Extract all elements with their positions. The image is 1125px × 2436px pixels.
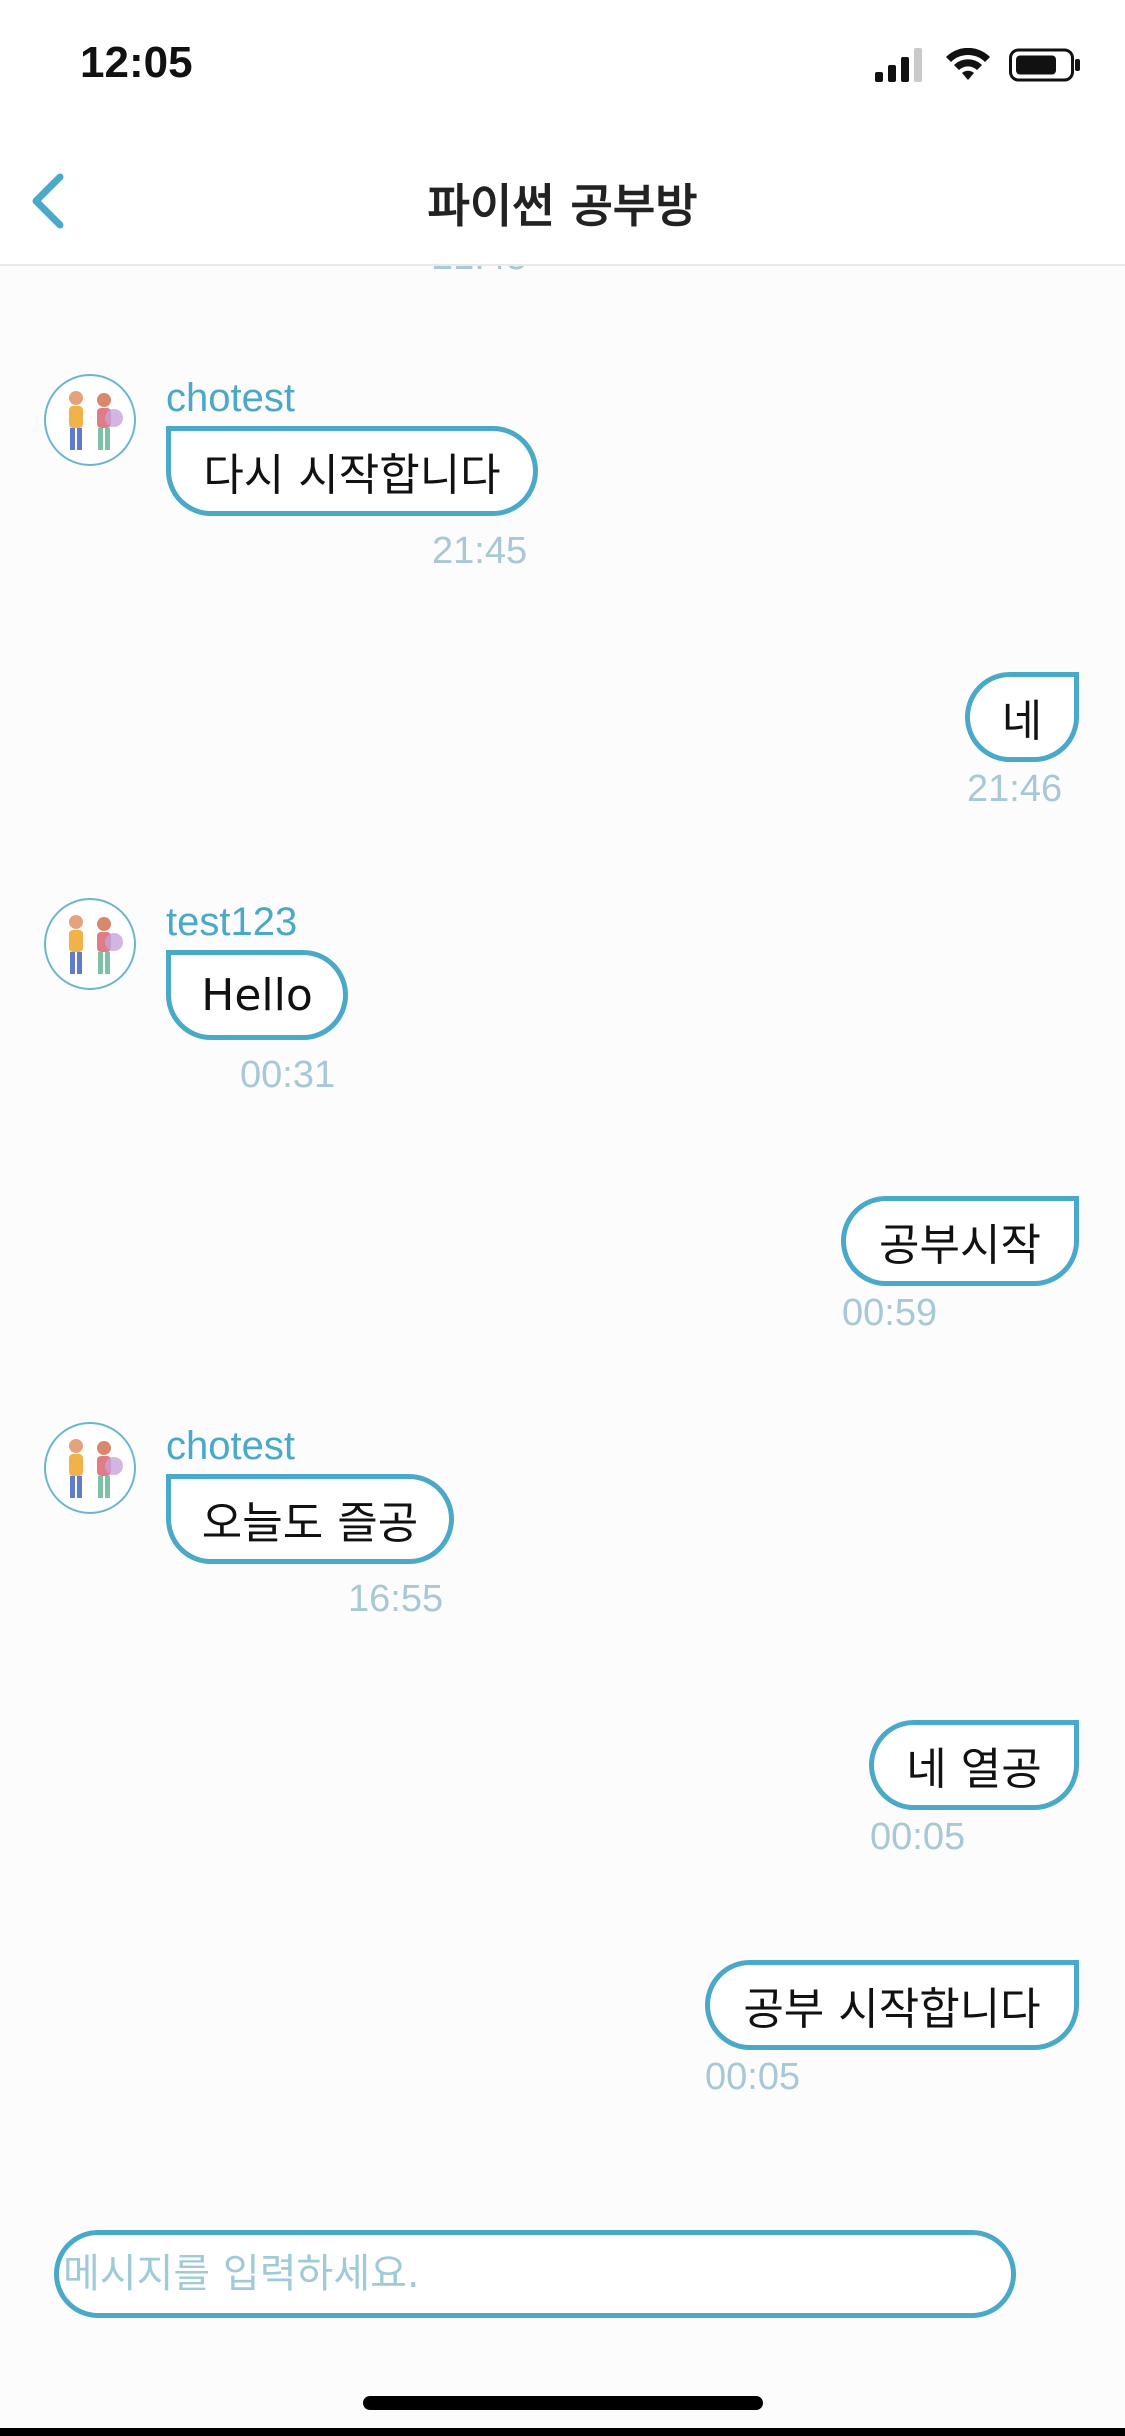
wifi-icon [946, 48, 990, 80]
message-bubble[interactable]: 오늘도 즐공 [166, 1474, 454, 1564]
bottom-edge [0, 2428, 1125, 2436]
message-text: 오늘도 즐공 [201, 1498, 419, 1549]
message-item: chotest 오늘도 즐공 16:55 [0, 1422, 1125, 1622]
sender-name: chotest [166, 1424, 295, 1468]
avatar-people-icon [69, 915, 123, 974]
avatar[interactable] [44, 1422, 136, 1514]
avatar-people-icon [69, 391, 123, 450]
message-time: 00:05 [705, 2056, 801, 2098]
sender-name: test123 [166, 900, 298, 944]
message-time: 00:31 [240, 1054, 336, 1096]
message-bubble[interactable]: 공부 시작합니다 [705, 1960, 1079, 2050]
message-text: 네 [1001, 696, 1043, 747]
message-bubble[interactable]: 공부시작 [841, 1196, 1079, 1286]
message-input[interactable] [63, 2243, 963, 2305]
battery-icon [1009, 48, 1080, 82]
message-text: 다시 시작합니다 [203, 450, 501, 501]
chat-screen: 12:05 파이썬 공부방 chotest 다시 시작합니다 21:45 네 2… [0, 0, 1125, 2436]
avatar[interactable] [44, 898, 136, 990]
message-text: 공부 시작합니다 [743, 1984, 1041, 2035]
message-bubble[interactable]: Hello [166, 950, 348, 1040]
chat-room-title: 파이썬 공부방 [427, 179, 698, 233]
message-item: chotest 다시 시작합니다 21:45 [0, 374, 1125, 574]
message-time: 21:45 [432, 266, 527, 279]
message-time: 00:05 [870, 1816, 966, 1858]
message-text: Hello [201, 969, 313, 1021]
message-list[interactable]: 21:45 chotest 다시 시작합니다 2 [0, 266, 1125, 2166]
message-time: 21:46 [967, 768, 1063, 810]
message-bubble[interactable]: 다시 시작합니다 [166, 426, 538, 516]
message-item: test123 Hello 00:31 [0, 898, 1125, 1098]
message-time: 00:59 [842, 1292, 938, 1334]
message-bubble[interactable]: 네 [965, 672, 1079, 762]
message-time: 21:45 [432, 530, 528, 572]
message-text: 네 열공 [906, 1744, 1042, 1795]
sender-name: chotest [166, 376, 295, 420]
status-icons [875, 48, 1081, 82]
avatar-people-icon [69, 1439, 123, 1498]
status-bar: 12:05 [0, 0, 1125, 140]
message-bubble[interactable]: 네 열공 [869, 1720, 1079, 1810]
message-item: 공부 시작합니다 00:05 [0, 1960, 1125, 2110]
message-composer[interactable] [54, 2230, 1016, 2318]
status-time: 12:05 [80, 38, 193, 87]
message-item: 네 열공 00:05 [0, 1720, 1125, 1870]
home-indicator[interactable] [363, 2396, 763, 2410]
message-time: 16:55 [348, 1578, 444, 1620]
message-item: 네 21:46 [0, 672, 1125, 822]
nav-bar: 파이썬 공부방 [0, 140, 1125, 266]
message-text: 공부시작 [879, 1220, 1041, 1271]
message-item: 공부시작 00:59 [0, 1196, 1125, 1346]
avatar[interactable] [44, 374, 136, 466]
signal-icon [875, 48, 922, 82]
